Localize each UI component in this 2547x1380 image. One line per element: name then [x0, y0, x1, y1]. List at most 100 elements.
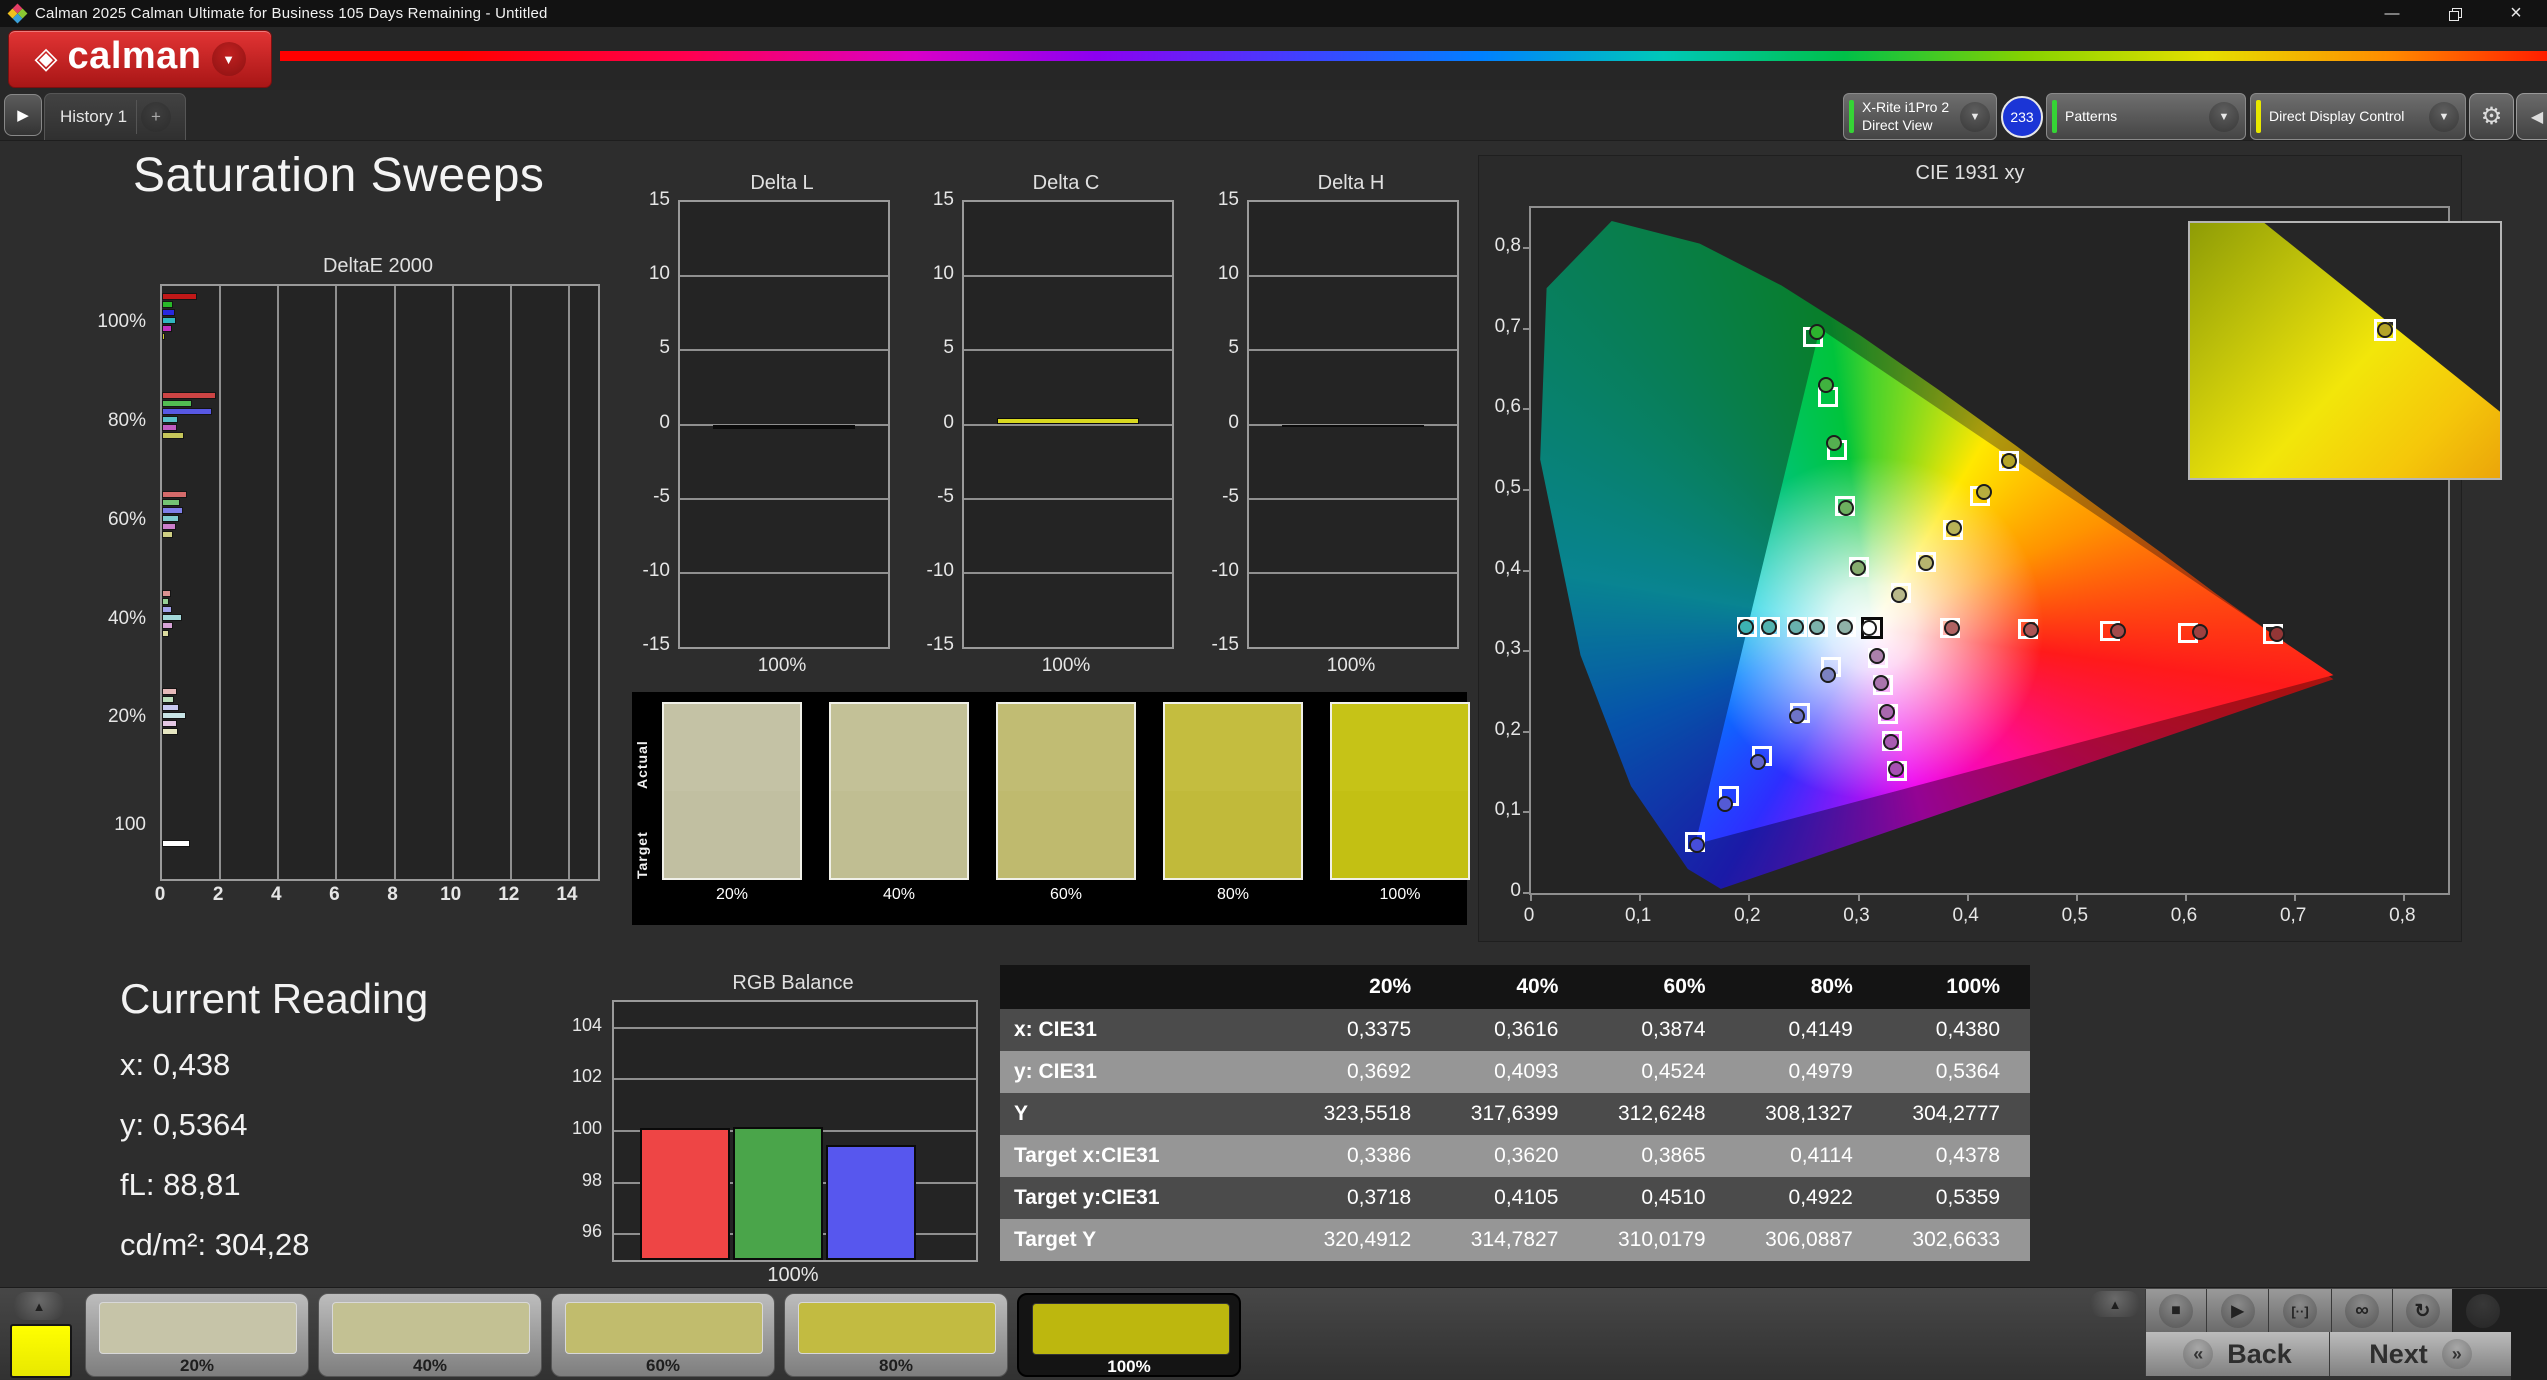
rgb-bar-blue [826, 1145, 916, 1260]
axis-tick [2075, 893, 2078, 901]
table-row-label: Target x:CIE31 [1000, 1135, 1294, 1177]
calman-logo-text: calman [67, 34, 202, 77]
arrow-up-icon: ▲ [2108, 1296, 2122, 1312]
window-title: Calman 2025 Calman Ultimate for Business… [35, 5, 548, 22]
table-col-header: 80% [1735, 965, 1883, 1009]
chevron-down-icon: ▼ [2438, 110, 2450, 123]
display-control-dropdown-caret[interactable]: ▼ [2429, 101, 2459, 132]
next-chevron-icon: » [2441, 1339, 2472, 1369]
pattern-scroll-up-button[interactable]: ▲ [14, 1292, 64, 1320]
delta-bar [1282, 424, 1424, 427]
table-cell: 0,4979 [1735, 1051, 1883, 1093]
stop-button[interactable]: ■ [2145, 1289, 2206, 1333]
y-tick-label: 15 [932, 189, 954, 210]
pattern-button-60%[interactable]: 60% [551, 1293, 775, 1377]
saturation-swatch-label: 20% [715, 886, 749, 903]
cie-measured-marker [2268, 625, 2285, 642]
workflow-play-button[interactable]: ▶ [4, 94, 42, 136]
delta-l-chart-title: Delta L [750, 172, 814, 194]
deltae-bar [162, 309, 176, 316]
deltae-bar [162, 621, 174, 629]
axis-tick [1523, 811, 1531, 814]
table-row: x: CIE31 0,3375 0,3616 0,3874 0,4149 0,4380 [1000, 1009, 2030, 1051]
saturation-swatch-column: 80% [1163, 702, 1303, 904]
axis-tick [1530, 893, 1532, 901]
stop-icon: ■ [2171, 1302, 2181, 1319]
x-tick-label: 0,2 [1734, 905, 1761, 926]
cie-measured-marker [2022, 621, 2039, 638]
patterns-dropdown[interactable]: Patterns ▼ [2046, 93, 2246, 140]
delta-h-chart-title: Delta H [1317, 172, 1385, 194]
cie-measured-marker [1809, 619, 1826, 636]
cie-measured-marker [1887, 760, 1904, 777]
pattern-button-40%[interactable]: 40% [318, 1293, 542, 1377]
delta-c-chart [962, 200, 1174, 649]
patterns-label: Patterns [2065, 107, 2118, 124]
saturation-swatch [1163, 702, 1303, 880]
cie-measured-marker [1869, 648, 1886, 665]
deltae-bar [162, 415, 178, 423]
x-tick-label: 12 [498, 884, 520, 905]
y-tick-label: 0,7 [1494, 315, 1521, 337]
next-button[interactable]: Next » [2329, 1332, 2511, 1376]
x-category-label: 100% [1041, 655, 1091, 676]
x-tick-label: 0,8 [2389, 905, 2416, 926]
deltae-bar [162, 391, 217, 399]
pattern-swatch [332, 1302, 530, 1354]
pattern-button-label: 60% [645, 1356, 681, 1375]
y-tick-label: 100 [571, 1118, 602, 1138]
restore-button[interactable] [2423, 0, 2485, 27]
axis-tick [1523, 650, 1531, 653]
y-tick-label: 104 [571, 1014, 602, 1035]
axis-tick [1857, 893, 1860, 901]
calman-menu-button[interactable]: ◈ calman ▼ [8, 30, 272, 88]
add-tab-button[interactable]: + [141, 102, 171, 132]
calman-app-window: Calman 2025 Calman Ultimate for Business… [0, 0, 2547, 1380]
table-cell: 0,3616 [1441, 1009, 1589, 1051]
y-tick-label: 10 [932, 263, 954, 285]
pattern-button-20%[interactable]: 20% [85, 1293, 309, 1377]
continuous-button[interactable]: ∞ [2331, 1289, 2392, 1333]
deltae-bar [162, 530, 173, 538]
display-control-dropdown[interactable]: Direct Display Control ▼ [2250, 93, 2466, 140]
transport-scroll-up-button[interactable]: ▲ [2090, 1291, 2140, 1317]
back-button[interactable]: « Back [2145, 1332, 2329, 1376]
deltae-bar [162, 589, 171, 597]
table-row: Target x:CIE31 0,3386 0,3620 0,3865 0,4114 0,… [1000, 1135, 2030, 1177]
y-tick-label: 15 [648, 189, 670, 210]
saturation-swatch [662, 702, 802, 880]
patterns-dropdown-caret[interactable]: ▼ [2209, 101, 2239, 132]
pattern-button-100%[interactable]: 100% [1017, 1293, 1241, 1377]
chevron-down-icon: ▼ [222, 51, 235, 67]
axis-tick [1748, 893, 1751, 901]
deltae-bar [162, 514, 179, 522]
table-cell: 0,5364 [1882, 1051, 2030, 1093]
play-measure-button[interactable]: ▶ [2206, 1289, 2268, 1333]
saturation-swatch-column: 40% [829, 702, 969, 904]
pattern-button-80%[interactable]: 80% [784, 1293, 1008, 1377]
tab-history-1[interactable]: History 1 + [44, 93, 186, 140]
current-reading-title: Current Reading [120, 975, 429, 1022]
saturation-swatch [996, 702, 1136, 880]
deltae-y-axis: 100% 80% 60% 40% 20% 100 [88, 284, 152, 877]
plus-icon: + [151, 107, 161, 126]
minimize-icon: — [2384, 5, 2400, 22]
y-tick-label: -10 [926, 559, 954, 581]
close-button[interactable]: × [2485, 0, 2547, 27]
meter-dropdown[interactable]: X-Rite i1Pro 2 Direct View ▼ [1843, 93, 1997, 140]
minimize-button[interactable]: — [2361, 0, 2423, 27]
disabled-button-slot [2452, 1289, 2547, 1333]
calman-menu-caret[interactable]: ▼ [211, 42, 246, 76]
deltae-bar [162, 720, 177, 728]
gridline [964, 497, 1172, 500]
collapse-panel-button[interactable]: ◀ [2516, 93, 2547, 140]
y-tick-label: -10 [642, 559, 670, 581]
deltae-bar [162, 597, 169, 605]
refresh-button[interactable]: ↻ [2392, 1289, 2452, 1333]
back-label: Back [2227, 1338, 2292, 1369]
interval-button[interactable]: [··] [2268, 1289, 2331, 1333]
gridline [964, 571, 1172, 574]
x-tick-label: 0,6 [2170, 905, 2198, 926]
meter-dropdown-caret[interactable]: ▼ [1960, 101, 1990, 132]
settings-button[interactable]: ⚙ [2469, 93, 2514, 140]
